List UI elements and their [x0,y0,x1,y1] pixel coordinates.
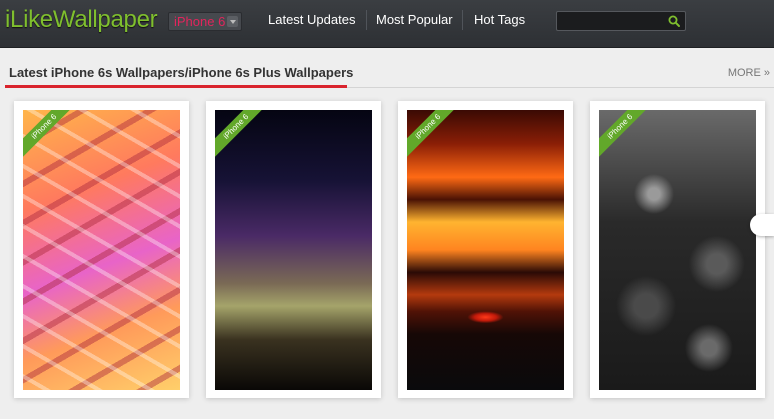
more-link[interactable]: MORE » [728,67,770,79]
top-navigation-bar: iLikeWallpaper iPhone 6 Latest Updates M… [0,0,774,48]
nav-divider [462,10,463,30]
site-logo[interactable]: iLikeWallpaper [5,6,158,34]
device-badge: iPhone 6 [407,110,455,158]
device-badge: iPhone 6 [599,110,647,158]
device-badge-label: iPhone 6 [215,110,263,158]
device-badge: iPhone 6 [215,110,263,158]
section-title-underline [5,85,347,88]
search-input[interactable] [561,14,661,28]
search-icon[interactable] [667,14,681,28]
device-badge-label: iPhone 6 [23,110,71,158]
section-title: Latest iPhone 6s Wallpapers/iPhone 6s Pl… [9,65,354,80]
device-badge-label: iPhone 6 [407,110,455,158]
nav-hot-tags[interactable]: Hot Tags [474,12,525,27]
device-badge-label: iPhone 6 [599,110,647,158]
wallpaper-card[interactable]: iPhone 6 [206,101,381,398]
chevron-down-icon [227,16,238,27]
side-scroll-tab[interactable] [750,214,774,236]
wallpaper-card[interactable]: iPhone 6 [590,101,765,398]
device-select[interactable]: iPhone 6 [168,12,242,31]
nav-latest-updates[interactable]: Latest Updates [268,12,355,27]
nav-most-popular[interactable]: Most Popular [376,12,453,27]
search-box [556,11,686,31]
device-badge: iPhone 6 [23,110,71,158]
device-select-value: iPhone 6 [174,14,226,29]
nav-divider [366,10,367,30]
wallpaper-card[interactable]: iPhone 6 [14,101,189,398]
wallpaper-card[interactable]: iPhone 6 [398,101,573,398]
section-header: Latest iPhone 6s Wallpapers/iPhone 6s Pl… [5,58,774,88]
